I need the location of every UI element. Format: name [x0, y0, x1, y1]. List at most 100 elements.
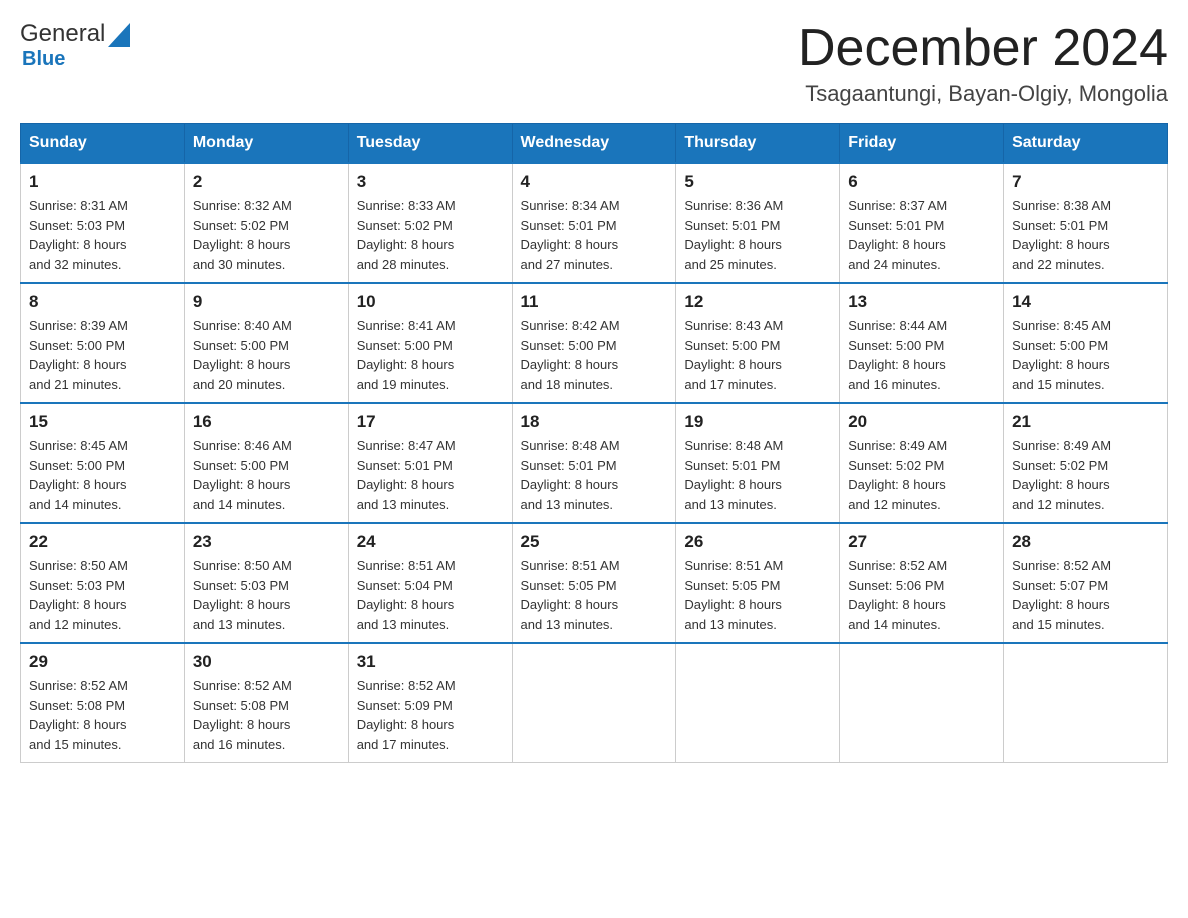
day-number: 18: [521, 412, 668, 432]
page-header: General Blue December 2024 Tsagaantungi,…: [20, 20, 1168, 107]
calendar-cell: 26 Sunrise: 8:51 AM Sunset: 5:05 PM Dayl…: [676, 523, 840, 643]
calendar-cell: 5 Sunrise: 8:36 AM Sunset: 5:01 PM Dayli…: [676, 163, 840, 283]
logo-triangle-icon: [108, 19, 130, 47]
week-row-4: 22 Sunrise: 8:50 AM Sunset: 5:03 PM Dayl…: [21, 523, 1168, 643]
day-info: Sunrise: 8:33 AM Sunset: 5:02 PM Dayligh…: [357, 196, 504, 274]
day-number: 26: [684, 532, 831, 552]
day-info: Sunrise: 8:40 AM Sunset: 5:00 PM Dayligh…: [193, 316, 340, 394]
day-info: Sunrise: 8:45 AM Sunset: 5:00 PM Dayligh…: [29, 436, 176, 514]
calendar-cell: 15 Sunrise: 8:45 AM Sunset: 5:00 PM Dayl…: [21, 403, 185, 523]
calendar-cell: 29 Sunrise: 8:52 AM Sunset: 5:08 PM Dayl…: [21, 643, 185, 763]
day-number: 27: [848, 532, 995, 552]
day-number: 6: [848, 172, 995, 192]
title-section: December 2024 Tsagaantungi, Bayan-Olgiy,…: [798, 20, 1168, 107]
day-info: Sunrise: 8:49 AM Sunset: 5:02 PM Dayligh…: [1012, 436, 1159, 514]
col-thursday: Thursday: [676, 124, 840, 164]
col-tuesday: Tuesday: [348, 124, 512, 164]
day-number: 2: [193, 172, 340, 192]
week-row-2: 8 Sunrise: 8:39 AM Sunset: 5:00 PM Dayli…: [21, 283, 1168, 403]
day-number: 15: [29, 412, 176, 432]
calendar-cell: 27 Sunrise: 8:52 AM Sunset: 5:06 PM Dayl…: [840, 523, 1004, 643]
calendar-cell: 28 Sunrise: 8:52 AM Sunset: 5:07 PM Dayl…: [1004, 523, 1168, 643]
day-number: 12: [684, 292, 831, 312]
day-info: Sunrise: 8:52 AM Sunset: 5:09 PM Dayligh…: [357, 676, 504, 754]
day-info: Sunrise: 8:43 AM Sunset: 5:00 PM Dayligh…: [684, 316, 831, 394]
day-number: 13: [848, 292, 995, 312]
day-info: Sunrise: 8:52 AM Sunset: 5:08 PM Dayligh…: [29, 676, 176, 754]
day-info: Sunrise: 8:39 AM Sunset: 5:00 PM Dayligh…: [29, 316, 176, 394]
day-info: Sunrise: 8:48 AM Sunset: 5:01 PM Dayligh…: [521, 436, 668, 514]
calendar-cell: 19 Sunrise: 8:48 AM Sunset: 5:01 PM Dayl…: [676, 403, 840, 523]
day-info: Sunrise: 8:48 AM Sunset: 5:01 PM Dayligh…: [684, 436, 831, 514]
day-info: Sunrise: 8:50 AM Sunset: 5:03 PM Dayligh…: [193, 556, 340, 634]
col-friday: Friday: [840, 124, 1004, 164]
day-number: 11: [521, 292, 668, 312]
calendar-cell: 7 Sunrise: 8:38 AM Sunset: 5:01 PM Dayli…: [1004, 163, 1168, 283]
day-number: 23: [193, 532, 340, 552]
day-info: Sunrise: 8:52 AM Sunset: 5:08 PM Dayligh…: [193, 676, 340, 754]
day-info: Sunrise: 8:32 AM Sunset: 5:02 PM Dayligh…: [193, 196, 340, 274]
col-monday: Monday: [184, 124, 348, 164]
day-info: Sunrise: 8:31 AM Sunset: 5:03 PM Dayligh…: [29, 196, 176, 274]
col-wednesday: Wednesday: [512, 124, 676, 164]
calendar-cell: 23 Sunrise: 8:50 AM Sunset: 5:03 PM Dayl…: [184, 523, 348, 643]
calendar-cell: 3 Sunrise: 8:33 AM Sunset: 5:02 PM Dayli…: [348, 163, 512, 283]
week-row-1: 1 Sunrise: 8:31 AM Sunset: 5:03 PM Dayli…: [21, 163, 1168, 283]
calendar-cell: [676, 643, 840, 763]
day-info: Sunrise: 8:45 AM Sunset: 5:00 PM Dayligh…: [1012, 316, 1159, 394]
day-number: 4: [521, 172, 668, 192]
day-info: Sunrise: 8:37 AM Sunset: 5:01 PM Dayligh…: [848, 196, 995, 274]
day-info: Sunrise: 8:41 AM Sunset: 5:00 PM Dayligh…: [357, 316, 504, 394]
location-subtitle: Tsagaantungi, Bayan-Olgiy, Mongolia: [798, 81, 1168, 107]
day-info: Sunrise: 8:44 AM Sunset: 5:00 PM Dayligh…: [848, 316, 995, 394]
calendar-table: Sunday Monday Tuesday Wednesday Thursday…: [20, 123, 1168, 763]
calendar-cell: 20 Sunrise: 8:49 AM Sunset: 5:02 PM Dayl…: [840, 403, 1004, 523]
day-info: Sunrise: 8:38 AM Sunset: 5:01 PM Dayligh…: [1012, 196, 1159, 274]
day-number: 22: [29, 532, 176, 552]
day-number: 17: [357, 412, 504, 432]
day-number: 7: [1012, 172, 1159, 192]
calendar-cell: 6 Sunrise: 8:37 AM Sunset: 5:01 PM Dayli…: [840, 163, 1004, 283]
calendar-cell: 11 Sunrise: 8:42 AM Sunset: 5:00 PM Dayl…: [512, 283, 676, 403]
logo: General Blue: [20, 20, 130, 71]
calendar-cell: [512, 643, 676, 763]
calendar-cell: 18 Sunrise: 8:48 AM Sunset: 5:01 PM Dayl…: [512, 403, 676, 523]
col-sunday: Sunday: [21, 124, 185, 164]
calendar-cell: 2 Sunrise: 8:32 AM Sunset: 5:02 PM Dayli…: [184, 163, 348, 283]
day-number: 24: [357, 532, 504, 552]
day-info: Sunrise: 8:51 AM Sunset: 5:04 PM Dayligh…: [357, 556, 504, 634]
day-number: 28: [1012, 532, 1159, 552]
week-row-5: 29 Sunrise: 8:52 AM Sunset: 5:08 PM Dayl…: [21, 643, 1168, 763]
day-number: 5: [684, 172, 831, 192]
day-info: Sunrise: 8:47 AM Sunset: 5:01 PM Dayligh…: [357, 436, 504, 514]
week-row-3: 15 Sunrise: 8:45 AM Sunset: 5:00 PM Dayl…: [21, 403, 1168, 523]
day-number: 19: [684, 412, 831, 432]
day-number: 29: [29, 652, 176, 672]
col-saturday: Saturday: [1004, 124, 1168, 164]
day-info: Sunrise: 8:52 AM Sunset: 5:06 PM Dayligh…: [848, 556, 995, 634]
day-number: 16: [193, 412, 340, 432]
logo-blue-text: Blue: [22, 48, 65, 70]
calendar-cell: 4 Sunrise: 8:34 AM Sunset: 5:01 PM Dayli…: [512, 163, 676, 283]
calendar-cell: 9 Sunrise: 8:40 AM Sunset: 5:00 PM Dayli…: [184, 283, 348, 403]
day-info: Sunrise: 8:50 AM Sunset: 5:03 PM Dayligh…: [29, 556, 176, 634]
calendar-cell: 21 Sunrise: 8:49 AM Sunset: 5:02 PM Dayl…: [1004, 403, 1168, 523]
calendar-cell: 25 Sunrise: 8:51 AM Sunset: 5:05 PM Dayl…: [512, 523, 676, 643]
calendar-cell: 10 Sunrise: 8:41 AM Sunset: 5:00 PM Dayl…: [348, 283, 512, 403]
calendar-cell: 24 Sunrise: 8:51 AM Sunset: 5:04 PM Dayl…: [348, 523, 512, 643]
day-number: 1: [29, 172, 176, 192]
day-number: 9: [193, 292, 340, 312]
calendar-cell: [840, 643, 1004, 763]
logo-general-text: General: [20, 20, 105, 48]
calendar-cell: 13 Sunrise: 8:44 AM Sunset: 5:00 PM Dayl…: [840, 283, 1004, 403]
day-info: Sunrise: 8:51 AM Sunset: 5:05 PM Dayligh…: [684, 556, 831, 634]
day-info: Sunrise: 8:34 AM Sunset: 5:01 PM Dayligh…: [521, 196, 668, 274]
calendar-cell: 12 Sunrise: 8:43 AM Sunset: 5:00 PM Dayl…: [676, 283, 840, 403]
day-info: Sunrise: 8:51 AM Sunset: 5:05 PM Dayligh…: [521, 556, 668, 634]
day-number: 14: [1012, 292, 1159, 312]
day-number: 8: [29, 292, 176, 312]
day-info: Sunrise: 8:36 AM Sunset: 5:01 PM Dayligh…: [684, 196, 831, 274]
calendar-cell: 8 Sunrise: 8:39 AM Sunset: 5:00 PM Dayli…: [21, 283, 185, 403]
main-title: December 2024: [798, 20, 1168, 77]
day-number: 21: [1012, 412, 1159, 432]
